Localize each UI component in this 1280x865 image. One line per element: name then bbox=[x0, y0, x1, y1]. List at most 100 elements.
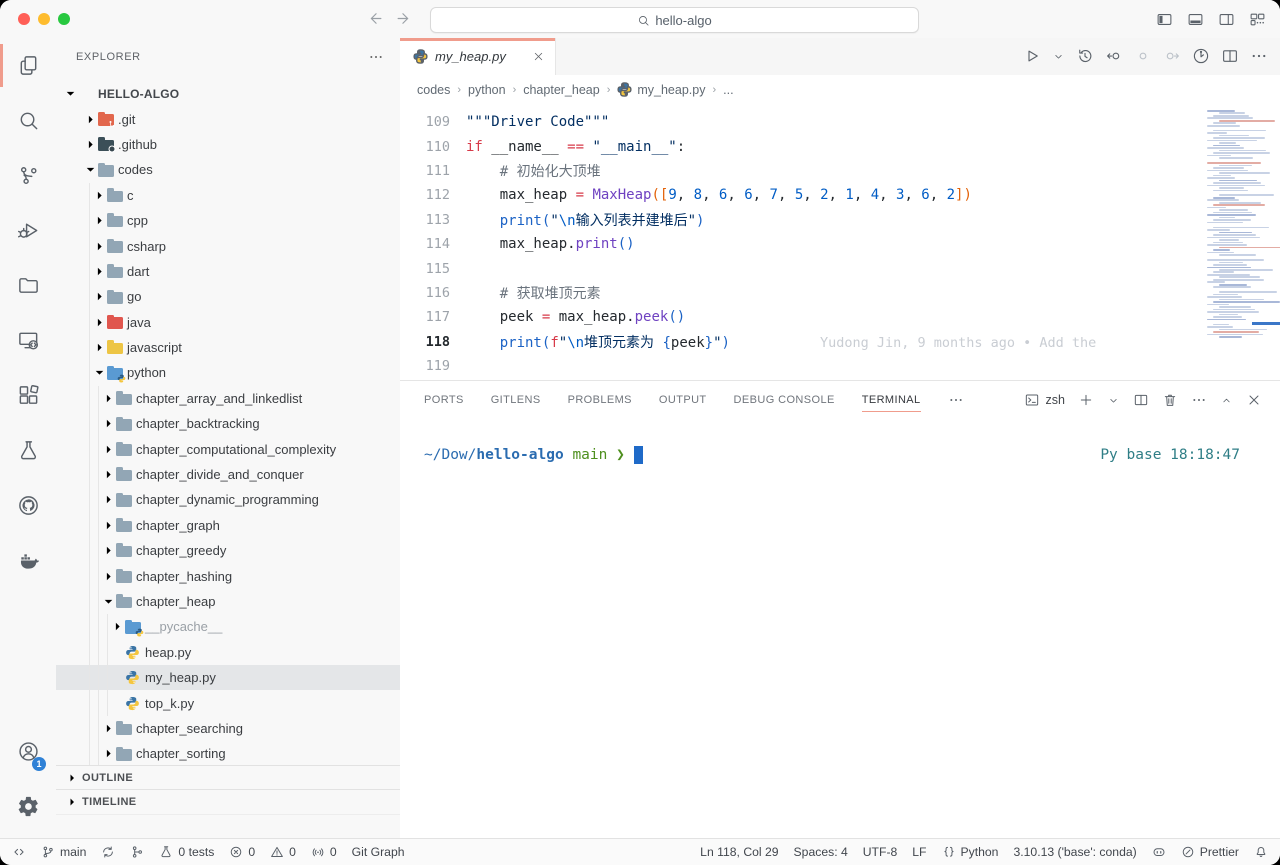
status-item-prettier[interactable]: Prettier bbox=[1181, 839, 1239, 865]
breadcrumb-item[interactable]: my_heap.py bbox=[617, 82, 705, 97]
tree-item-chapter_array_and_linkedlist[interactable]: chapter_array_and_linkedlist bbox=[56, 386, 400, 411]
close-icon[interactable] bbox=[532, 50, 545, 63]
status-item-git-graph-icon[interactable] bbox=[130, 839, 144, 865]
status-item-git-graph[interactable]: Git Graph bbox=[352, 839, 405, 865]
git-graph-icon[interactable] bbox=[130, 845, 144, 859]
tree-item-chapter_greedy[interactable]: chapter_greedy bbox=[56, 538, 400, 563]
split-editor-icon[interactable] bbox=[1221, 47, 1239, 65]
ellipsis-icon[interactable] bbox=[1250, 47, 1268, 65]
bell-icon[interactable] bbox=[1254, 845, 1268, 859]
tree-item-c[interactable]: c bbox=[56, 183, 400, 208]
status-item-0[interactable]: 0 bbox=[311, 839, 337, 865]
status-item-lf[interactable]: LF bbox=[912, 839, 926, 865]
activity-project-folder-icon[interactable] bbox=[0, 258, 56, 313]
command-center-search[interactable]: hello-algo bbox=[430, 7, 919, 33]
tab-my-heap[interactable]: my_heap.py bbox=[400, 38, 556, 75]
panel-tab-debug-console[interactable]: DEBUG CONSOLE bbox=[734, 381, 835, 419]
remote-icon[interactable] bbox=[12, 845, 26, 859]
tree-item-java[interactable]: java bbox=[56, 310, 400, 335]
status-item-0[interactable]: 0 bbox=[270, 839, 296, 865]
activity-testing-icon[interactable] bbox=[0, 423, 56, 478]
gitlens-prev-icon[interactable] bbox=[1105, 47, 1123, 65]
activity-remote-explorer-icon[interactable] bbox=[0, 313, 56, 368]
shell-label[interactable]: zsh bbox=[1046, 393, 1065, 407]
terminal[interactable]: ~/Dow/hello-algo main ❯ Py base 18:18:47 bbox=[424, 443, 1256, 467]
history-icon[interactable] bbox=[1076, 47, 1094, 65]
tree-item-csharp[interactable]: csharp bbox=[56, 233, 400, 258]
status-item-0[interactable]: 0 bbox=[229, 839, 255, 865]
activity-run-debug-icon[interactable] bbox=[0, 203, 56, 258]
tree-item-python[interactable]: python bbox=[56, 360, 400, 385]
status-item-3-10-13-base-conda-[interactable]: 3.10.13 ('base': conda) bbox=[1013, 839, 1136, 865]
status-item-ln-118-col-29[interactable]: Ln 118, Col 29 bbox=[700, 839, 778, 865]
git-branch-icon[interactable] bbox=[41, 845, 55, 859]
braces-icon[interactable] bbox=[942, 845, 956, 859]
status-item-main[interactable]: main bbox=[41, 839, 86, 865]
window-close-button[interactable] bbox=[18, 13, 30, 25]
status-item-copilot-icon[interactable] bbox=[1152, 839, 1166, 865]
tree-item-codes[interactable]: codes bbox=[56, 157, 400, 182]
broadcast-icon[interactable] bbox=[311, 845, 325, 859]
chevron-down-icon[interactable] bbox=[1107, 394, 1120, 407]
panel-tab-gitlens[interactable]: GITLENS bbox=[491, 381, 541, 419]
window-minimize-button[interactable] bbox=[38, 13, 50, 25]
breadcrumb-item[interactable]: python bbox=[468, 83, 506, 97]
tree-item-chapter_hashing[interactable]: chapter_hashing bbox=[56, 563, 400, 588]
gitlens-circle-icon[interactable] bbox=[1134, 47, 1152, 65]
activity-accounts-icon[interactable]: 1 bbox=[0, 724, 56, 779]
tree-item-chapter_searching[interactable]: chapter_searching bbox=[56, 716, 400, 741]
layout-sidebar-left-icon[interactable] bbox=[1156, 11, 1173, 28]
panel-tab-terminal[interactable]: TERMINAL bbox=[862, 381, 921, 419]
tree-item-chapter_heap[interactable]: chapter_heap bbox=[56, 589, 400, 614]
tree-item-github[interactable]: .github bbox=[56, 132, 400, 157]
ellipsis-icon[interactable] bbox=[1191, 392, 1207, 408]
activity-settings-gear-icon[interactable] bbox=[0, 779, 56, 834]
status-item-remote-icon[interactable] bbox=[12, 839, 26, 865]
tree-item-chapter_dynamic_programming[interactable]: chapter_dynamic_programming bbox=[56, 487, 400, 512]
ellipsis-icon[interactable] bbox=[948, 392, 964, 408]
trash-icon[interactable] bbox=[1162, 392, 1178, 408]
window-zoom-button[interactable] bbox=[58, 13, 70, 25]
beaker-icon[interactable] bbox=[159, 845, 173, 859]
status-item-sync-icon[interactable] bbox=[101, 839, 115, 865]
minimap[interactable] bbox=[1197, 104, 1280, 380]
layout-customize-icon[interactable] bbox=[1249, 11, 1266, 28]
breadcrumb-item[interactable]: codes bbox=[417, 83, 450, 97]
sync-icon[interactable] bbox=[101, 845, 115, 859]
outline-section-header[interactable]: OUTLINE bbox=[56, 765, 400, 790]
tree-item-chapter_computational_complexity[interactable]: chapter_computational_complexity bbox=[56, 436, 400, 461]
tree-item-javascript[interactable]: javascript bbox=[56, 335, 400, 360]
tree-item-HELLO-ALGO[interactable]: HELLO-ALGO bbox=[56, 81, 400, 106]
activity-github-icon[interactable] bbox=[0, 478, 56, 533]
nav-forward-icon[interactable] bbox=[395, 9, 414, 28]
nav-back-icon[interactable] bbox=[365, 9, 384, 28]
panel-tab-output[interactable]: OUTPUT bbox=[659, 381, 707, 419]
code-editor[interactable]: 109"""Driver Code"""110if __name__ == "_… bbox=[400, 104, 1280, 380]
status-item-bell-icon[interactable] bbox=[1254, 839, 1268, 865]
chevron-up-icon[interactable] bbox=[1220, 394, 1233, 407]
error-icon[interactable] bbox=[229, 845, 243, 859]
tree-item-chapter_sorting[interactable]: chapter_sorting bbox=[56, 741, 400, 766]
status-item-spaces-4[interactable]: Spaces: 4 bbox=[794, 839, 848, 865]
tree-item-dart[interactable]: dart bbox=[56, 259, 400, 284]
gitlens-graph-icon[interactable] bbox=[1192, 47, 1210, 65]
gitlens-next-icon[interactable] bbox=[1163, 47, 1181, 65]
terminal-icon[interactable] bbox=[1024, 392, 1040, 408]
plus-icon[interactable] bbox=[1078, 392, 1094, 408]
views-more-icon[interactable] bbox=[368, 49, 384, 65]
tree-item-git[interactable]: .git bbox=[56, 106, 400, 131]
breadcrumb-item[interactable]: chapter_heap bbox=[523, 83, 599, 97]
breadcrumb-item[interactable]: ... bbox=[723, 83, 733, 97]
run-icon[interactable] bbox=[1023, 47, 1041, 65]
status-item-python[interactable]: Python bbox=[942, 839, 999, 865]
activity-docker-icon[interactable] bbox=[0, 533, 56, 588]
chevron-down-icon[interactable] bbox=[1052, 50, 1065, 63]
layout-panel-icon[interactable] bbox=[1187, 11, 1204, 28]
tree-item-chapter_graph[interactable]: chapter_graph bbox=[56, 513, 400, 538]
tree-item-chapter_backtracking[interactable]: chapter_backtracking bbox=[56, 411, 400, 436]
activity-source-control-icon[interactable] bbox=[0, 148, 56, 203]
layout-sidebar-right-icon[interactable] bbox=[1218, 11, 1235, 28]
panel-tab-problems[interactable]: PROBLEMS bbox=[568, 381, 632, 419]
status-item-0-tests[interactable]: 0 tests bbox=[159, 839, 214, 865]
copilot-icon[interactable] bbox=[1152, 845, 1166, 859]
